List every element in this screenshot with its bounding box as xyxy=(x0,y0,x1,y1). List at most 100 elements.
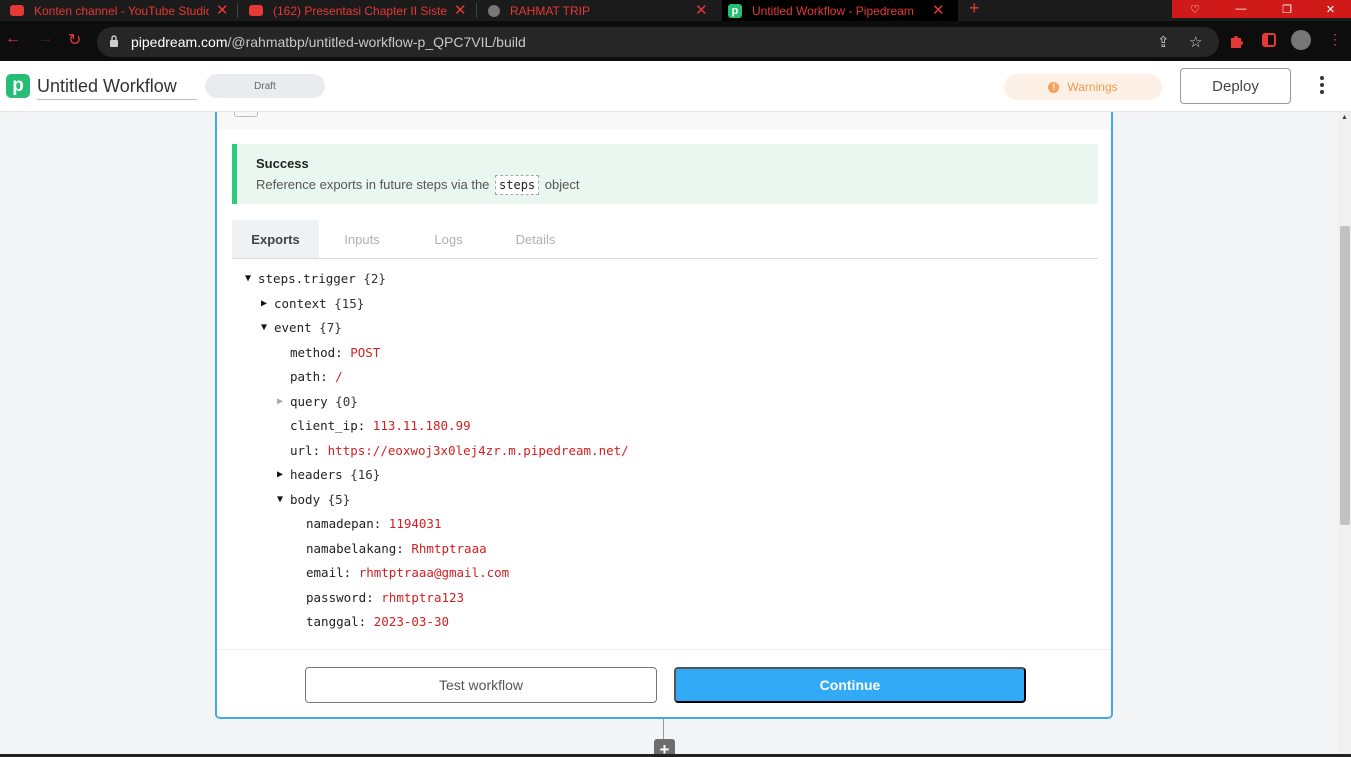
warnings-button[interactable]: ! Warnings xyxy=(1004,74,1162,100)
close-window-button[interactable]: ✕ xyxy=(1310,0,1351,18)
url-path: /@rahmatbp/untitled-workflow-p_QPC7VIL/b… xyxy=(227,34,526,50)
success-message: Reference exports in future steps via th… xyxy=(256,175,580,195)
tree-value: Rhmtptraaa xyxy=(411,540,487,556)
extension-red-icon[interactable] xyxy=(1261,32,1277,48)
youtube-icon xyxy=(249,5,263,16)
tree-leaf-namadepan: namadepan: 1194031 xyxy=(306,513,441,533)
tab-title: (162) Presentasi Chapter II Sistem xyxy=(273,3,448,18)
card-footer-divider xyxy=(217,649,1111,650)
url-host: pipedream.com xyxy=(131,34,228,50)
forward-icon[interactable]: → xyxy=(37,30,53,48)
success-message-end: object xyxy=(544,177,580,192)
browser-toolbar: ← → ↻ pipedream.com/@rahmatbp/untitled-w… xyxy=(0,21,1351,61)
test-workflow-button[interactable]: Test workflow xyxy=(305,667,657,703)
tree-key: client_ip: xyxy=(290,417,366,433)
tree-key: body xyxy=(290,491,321,507)
tree-key: path: xyxy=(290,368,328,384)
tree-count: {5} xyxy=(327,491,351,507)
tree-key: headers xyxy=(290,466,343,482)
tree-node-query[interactable]: ▶ query {0} xyxy=(277,391,358,411)
close-tab-icon[interactable]: ✕ xyxy=(216,1,229,19)
step-icon-box xyxy=(234,112,258,117)
collapse-arrow-icon[interactable]: ▼ xyxy=(261,322,274,333)
tab-divider xyxy=(476,3,477,18)
tab-title: Untitled Workflow - Pipedream xyxy=(752,3,914,18)
pipedream-icon: p xyxy=(728,3,742,18)
tree-key: namadepan: xyxy=(306,515,382,531)
browser-tab-rahmat-trip[interactable]: RAHMAT TRIP ✕ xyxy=(488,0,713,21)
tree-value: 1194031 xyxy=(388,515,442,531)
back-icon[interactable]: ← xyxy=(5,30,21,48)
close-tab-icon[interactable]: ✕ xyxy=(454,1,467,19)
scroll-up-arrow-icon[interactable]: ▲ xyxy=(1341,114,1348,121)
tree-value: rhmtptraaa@gmail.com xyxy=(358,564,510,580)
tab-details[interactable]: Details xyxy=(492,220,579,258)
minimize-button[interactable]: — xyxy=(1218,0,1264,18)
collapse-arrow-icon[interactable]: ▼ xyxy=(277,494,290,505)
step-result-card: Success Reference exports in future step… xyxy=(215,112,1113,719)
browser-tab-presentasi[interactable]: (162) Presentasi Chapter II Sistem ✕ xyxy=(249,0,474,21)
success-title: Success xyxy=(256,156,309,171)
workflow-title[interactable]: Untitled Workflow xyxy=(37,76,197,100)
browser-menu-icon[interactable]: ⋮ xyxy=(1328,31,1342,48)
browser-tab-youtube-studio[interactable]: Konten channel - YouTube Studio ✕ xyxy=(10,0,235,21)
tree-leaf-password: password: rhmtptra123 xyxy=(306,587,464,607)
tree-key: url: xyxy=(290,442,321,458)
more-options-icon[interactable] xyxy=(1314,76,1330,96)
bookmark-star-icon[interactable]: ☆ xyxy=(1189,33,1202,51)
tab-exports[interactable]: Exports xyxy=(232,220,319,258)
browser-tab-pipedream[interactable]: p Untitled Workflow - Pipedream ✕ xyxy=(722,0,958,21)
pipedream-logo[interactable]: p xyxy=(6,74,30,98)
tree-value: 2023-03-30 xyxy=(373,613,450,629)
continue-button[interactable]: Continue xyxy=(674,667,1026,703)
tree-count: {2} xyxy=(363,270,386,286)
address-bar[interactable]: pipedream.com/@rahmatbp/untitled-workflo… xyxy=(97,27,1219,57)
tab-logs[interactable]: Logs xyxy=(405,220,492,258)
tree-node-event[interactable]: ▼ event {7} xyxy=(261,317,342,337)
scrollbar-thumb[interactable] xyxy=(1340,226,1350,525)
warning-icon: ! xyxy=(1048,81,1060,93)
tree-node-headers[interactable]: ▶ headers {16} xyxy=(277,464,380,484)
tree-leaf-email: email: rhmtptraaa@gmail.com xyxy=(306,562,509,582)
tab-title: RAHMAT TRIP xyxy=(510,3,591,18)
tree-node-context[interactable]: ▶ context {15} xyxy=(261,293,364,313)
restore-button[interactable]: ❐ xyxy=(1264,0,1310,18)
tree-key: steps.trigger xyxy=(258,270,356,286)
reload-icon[interactable]: ↻ xyxy=(68,30,81,50)
tab-title: Konten channel - YouTube Studio xyxy=(34,3,209,18)
profile-avatar[interactable] xyxy=(1291,30,1311,50)
extensions-puzzle-icon[interactable] xyxy=(1229,32,1245,48)
globe-icon xyxy=(488,4,500,17)
tree-key: context xyxy=(274,295,327,311)
tree-node-steps-trigger[interactable]: ▼ steps.trigger {2} xyxy=(245,268,386,288)
tree-count: {0} xyxy=(335,393,358,409)
success-message-text: Reference exports in future steps via th… xyxy=(256,177,490,192)
expand-arrow-icon[interactable]: ▶ xyxy=(277,469,290,480)
tree-key: email: xyxy=(306,564,352,580)
tree-value: / xyxy=(335,368,343,384)
tab-search-button[interactable]: ♡ xyxy=(1172,0,1218,18)
tree-value: rhmtptra123 xyxy=(381,589,465,605)
close-tab-icon[interactable]: ✕ xyxy=(695,1,708,19)
tab-divider xyxy=(237,3,238,18)
tree-key: namabelakang: xyxy=(306,540,404,556)
success-alert: Success Reference exports in future step… xyxy=(232,144,1098,204)
expand-arrow-icon[interactable]: ▶ xyxy=(277,396,290,407)
close-tab-icon[interactable]: ✕ xyxy=(932,1,945,19)
step-connector-line xyxy=(663,719,664,739)
tree-node-body[interactable]: ▼ body {5} xyxy=(277,489,350,509)
tree-leaf-method: method: POST xyxy=(290,342,380,362)
card-header-strip xyxy=(217,112,1111,129)
tab-inputs[interactable]: Inputs xyxy=(319,220,405,258)
tree-leaf-client-ip: client_ip: 113.11.180.99 xyxy=(290,415,471,435)
deploy-button[interactable]: Deploy xyxy=(1180,68,1291,104)
new-tab-button[interactable]: + xyxy=(969,0,980,19)
app-header: p Untitled Workflow Draft ! Warnings Dep… xyxy=(0,61,1351,112)
tree-key: method: xyxy=(290,344,343,360)
tree-leaf-tanggal: tanggal: 2023-03-30 xyxy=(306,611,449,631)
share-icon[interactable]: ⇪ xyxy=(1157,33,1170,51)
expand-arrow-icon[interactable]: ▶ xyxy=(261,298,274,309)
tree-key: password: xyxy=(306,589,374,605)
collapse-arrow-icon[interactable]: ▼ xyxy=(245,273,258,284)
tree-key: tanggal: xyxy=(306,613,367,629)
